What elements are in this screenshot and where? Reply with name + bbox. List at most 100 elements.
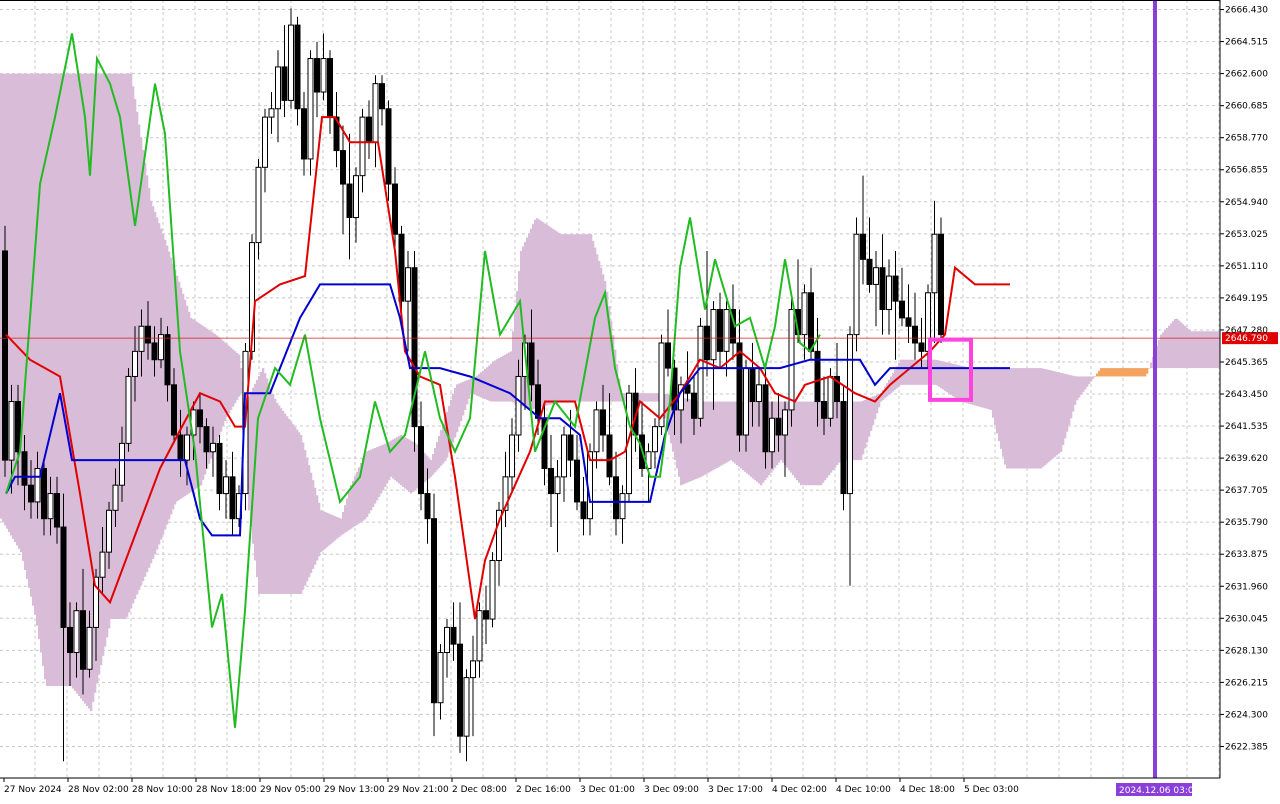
kumo-slice: [1170, 323, 1173, 369]
kumo-slice: [1042, 368, 1045, 467]
kumo-slice: [68, 73, 71, 686]
candle-body: [704, 325, 710, 361]
kumo-slice: [128, 73, 131, 613]
kumo-slice: [494, 360, 497, 402]
kumo-slice: [364, 453, 367, 520]
candle-body: [340, 150, 346, 185]
candle-body: [853, 233, 860, 336]
kumo-slice: [1142, 368, 1145, 377]
kumo-slice: [552, 228, 555, 404]
kumo-slice: [126, 73, 129, 617]
kumo-slice: [838, 401, 841, 463]
kumo-slice: [978, 368, 981, 407]
candle-body: [879, 267, 886, 311]
kumo-slice: [1110, 368, 1113, 377]
candle-body: [762, 384, 769, 453]
kumo-slice: [424, 453, 427, 482]
kumo-slice: [280, 408, 283, 594]
kumo-slice: [722, 401, 725, 465]
candle-body: [873, 267, 879, 285]
candle-body: [554, 476, 561, 495]
kumo-slice: [1094, 376, 1097, 377]
candle-body: [379, 83, 385, 110]
kumo-slice: [1076, 376, 1079, 401]
kumo-slice: [14, 73, 17, 543]
kumo-slice: [32, 73, 35, 606]
kumo-slice: [316, 495, 319, 561]
kumo-slice: [724, 401, 727, 464]
kumo-slice: [718, 401, 721, 467]
candle-body: [203, 426, 210, 453]
kumo-slice: [976, 368, 979, 407]
kumo-slice: [1198, 331, 1201, 369]
kumo-slice: [294, 426, 297, 594]
kumo-slice: [800, 401, 803, 486]
kumo-slice: [1166, 327, 1169, 369]
kumo-slice: [490, 363, 493, 402]
kumo-slice: [502, 355, 505, 402]
candle-body: [743, 367, 749, 436]
kumo-slice: [400, 435, 403, 486]
kumo-slice: [908, 359, 911, 385]
kumo-slice: [366, 451, 369, 517]
kumo-slice: [720, 401, 723, 466]
kumo-slice: [682, 397, 685, 485]
kumo-slice: [588, 234, 591, 402]
candle-body: [385, 108, 392, 185]
kumo-slice: [1122, 368, 1125, 377]
kumo-slice: [458, 383, 461, 427]
kumo-slice: [1034, 368, 1037, 469]
kumo-slice: [1074, 376, 1077, 405]
kumo-slice: [238, 354, 241, 397]
kumo-slice: [944, 361, 947, 391]
x-tick-label: 29 Nov 21:00: [388, 785, 449, 795]
kumo-slice: [540, 220, 543, 408]
kumo-slice: [1190, 331, 1193, 369]
candle-body: [938, 233, 944, 336]
candle-body: [463, 677, 470, 737]
kumo-slice: [644, 393, 647, 402]
kumo-slice: [160, 228, 163, 540]
kumo-slice: [642, 393, 645, 402]
kumo-slice: [1070, 375, 1073, 419]
candle-body: [444, 626, 450, 654]
candle-body: [366, 116, 372, 143]
kumo-slice: [966, 367, 969, 404]
kumo-slice: [220, 338, 223, 432]
price-chart: 2646.7902024.12.06 03:00 2666.4302664.51…: [0, 0, 1280, 800]
kumo-slice: [576, 234, 579, 402]
kumo-slice: [654, 393, 657, 402]
kumo-slice: [1052, 370, 1055, 459]
kumo-slice: [324, 511, 327, 549]
kumo-slice: [562, 234, 565, 402]
kumo-slice: [864, 399, 867, 449]
kumo-slice: [1090, 376, 1093, 382]
kumo-slice: [344, 505, 347, 533]
kumo-slice: [1024, 368, 1027, 469]
kumo-slice: [376, 447, 379, 501]
kumo-slice: [548, 226, 551, 405]
kumo-slice: [78, 73, 81, 697]
kumo-slice: [1196, 331, 1199, 369]
kumo-slice: [980, 368, 983, 408]
y-tick-label: 2651.110: [1225, 262, 1268, 272]
kumo-slice: [146, 175, 149, 573]
candle-body: [21, 451, 28, 486]
kumo-slice: [918, 359, 921, 385]
kumo-slice: [550, 227, 553, 405]
kumo-slice: [814, 401, 817, 486]
kumo-slice: [412, 441, 415, 492]
x-tick-label: 29 Nov 05:00: [260, 785, 321, 795]
kumo-slice: [456, 384, 459, 433]
candle-body: [255, 166, 262, 244]
candle-body: [99, 551, 106, 578]
kumo-slice: [652, 393, 655, 402]
kumo-slice: [382, 444, 385, 491]
y-tick-label: 2641.535: [1225, 422, 1268, 432]
kumo-slice: [924, 359, 927, 385]
candle-body: [574, 459, 580, 503]
kumo-slice: [898, 363, 901, 387]
kumo-slice: [860, 401, 863, 461]
kumo-slice: [122, 73, 125, 620]
y-tick-label: 2658.770: [1225, 134, 1268, 144]
